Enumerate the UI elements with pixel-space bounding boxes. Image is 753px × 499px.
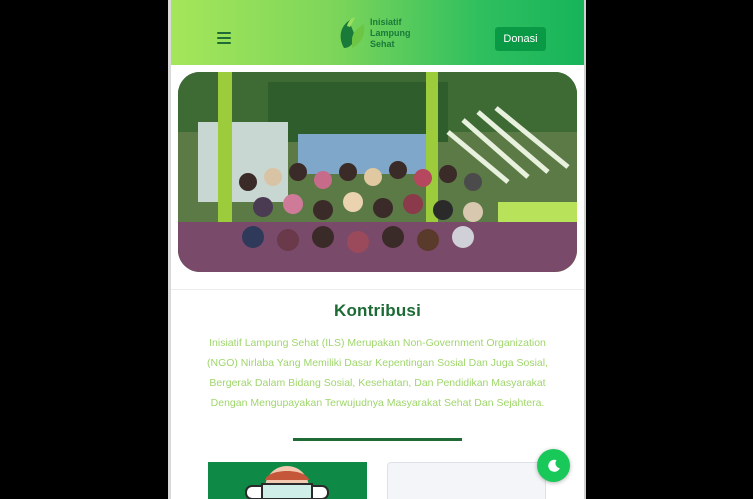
section-divider bbox=[171, 289, 584, 290]
hero-image bbox=[178, 72, 577, 272]
title-underline bbox=[293, 438, 462, 441]
moon-icon bbox=[547, 459, 560, 472]
leaf-logo-icon bbox=[340, 17, 365, 48]
brand-line-2: Lampung bbox=[370, 28, 411, 38]
health-worker-illustration bbox=[208, 462, 367, 499]
dark-mode-toggle[interactable] bbox=[537, 449, 570, 482]
window-right-border bbox=[584, 0, 586, 499]
section-description: Inisiatif Lampung Sehat (ILS) Merupakan … bbox=[206, 337, 549, 409]
brand-name: Inisiatif Lampung Sehat bbox=[370, 17, 411, 50]
mobile-viewport: Inisiatif Lampung Sehat Donasi Kontribus… bbox=[171, 0, 584, 499]
brand-line-3: Sehat bbox=[370, 39, 395, 49]
donate-button[interactable]: Donasi bbox=[495, 27, 546, 51]
section-title: Kontribusi bbox=[334, 301, 421, 320]
illustration-card[interactable] bbox=[208, 462, 367, 499]
navbar: Inisiatif Lampung Sehat Donasi bbox=[171, 0, 584, 65]
info-card[interactable] bbox=[387, 462, 546, 499]
brand-line-1: Inisiatif bbox=[370, 17, 402, 27]
brand-logo[interactable]: Inisiatif Lampung Sehat bbox=[338, 14, 420, 50]
hamburger-icon[interactable] bbox=[217, 32, 231, 44]
